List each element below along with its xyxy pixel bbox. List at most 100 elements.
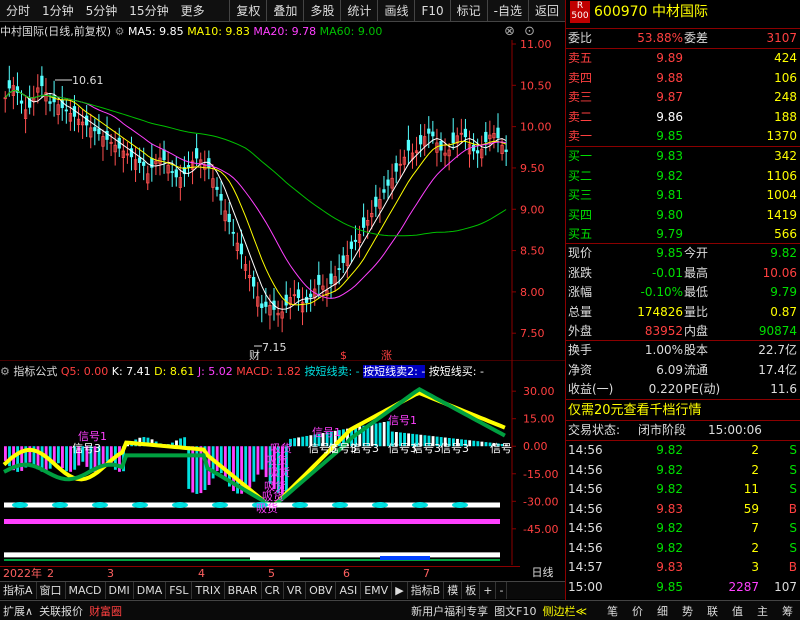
tab-scroll-right[interactable]: ▶ <box>392 582 408 599</box>
promo-text[interactable]: 仅需20元查看千档行情 <box>568 401 702 420</box>
zoom-out-button[interactable]: - <box>496 582 508 599</box>
tab-main[interactable]: 主 <box>750 603 775 619</box>
buy-level-label: 买三 <box>568 188 593 202</box>
sidebar-toggle[interactable]: 侧边栏≪ <box>539 603 590 619</box>
tab-cr[interactable]: CR <box>262 582 284 599</box>
tab-price[interactable]: 价 <box>625 603 650 619</box>
expand-button[interactable]: 扩展∧ <box>0 603 36 619</box>
candle-body <box>386 179 390 186</box>
candle-body <box>264 301 268 307</box>
related-quotes-button[interactable]: 关联报价 <box>36 603 86 619</box>
candlestick-chart[interactable]: 11.00 10.50 10.00 9.50 9.00 8.50 8.00 7.50 10.6… <box>0 40 565 360</box>
overlay-button[interactable]: 叠加 <box>266 0 303 22</box>
settings-circle-icon[interactable]: ⊙ <box>524 23 535 41</box>
close-icon[interactable]: ⊗ <box>504 23 515 41</box>
tab-trix[interactable]: TRIX <box>192 582 225 599</box>
candle-body <box>304 296 309 303</box>
indicator-chart[interactable]: 30.0015.000.00-15.00-30.00-45.00 信号3 信号3信… <box>0 360 565 565</box>
tab-fsl[interactable]: FSL <box>166 582 193 599</box>
date-axis: 2022年 2 3 4 5 6 7 <box>0 566 520 580</box>
tab-indicator-b[interactable]: 指标B <box>408 582 445 599</box>
ma20-label: MA20: 9.78 <box>253 25 317 38</box>
f10-graphic-link[interactable]: 图文F10 <box>491 603 539 619</box>
tab-link[interactable]: 联 <box>700 603 725 619</box>
sell-price: 9.88 <box>656 70 683 85</box>
low-price-label: 7.15 <box>262 341 287 354</box>
sell-level-label: 卖五 <box>568 51 593 65</box>
tick-side: B <box>788 560 797 574</box>
tab-dmi[interactable]: DMI <box>106 582 134 599</box>
sell-price: 9.85 <box>656 129 683 143</box>
tab-template-2[interactable]: 板 <box>462 582 481 599</box>
indicator-axis-ticks: 30.00 15.00 0.00 -15.00 -30.00 -45.00 <box>512 385 558 536</box>
finance-marker[interactable]: 财 <box>249 348 260 360</box>
candle-body <box>64 109 68 112</box>
sell-level-row: 卖四 9.88 106 <box>566 69 800 89</box>
tab-brar[interactable]: BRAR <box>225 582 262 599</box>
stat-label: 总量 <box>568 304 593 319</box>
tick-time: 14:56 <box>568 540 603 555</box>
band-dot <box>372 501 388 508</box>
remove-favorite-button[interactable]: -自选 <box>486 0 528 22</box>
tab-value[interactable]: 值 <box>725 603 750 619</box>
tick-row: 14:56 9.82 2 S <box>566 539 800 559</box>
candle-body <box>317 274 321 285</box>
indicator-bar <box>382 422 386 447</box>
stat-label: 收益(一) <box>568 382 614 396</box>
back-button[interactable]: 返回 <box>527 0 565 22</box>
tab-macd[interactable]: MACD <box>66 582 106 599</box>
candle-body <box>170 171 174 173</box>
stat-label: 现价 <box>568 246 593 260</box>
candle-body <box>341 255 345 263</box>
tab-vr[interactable]: VR <box>284 582 307 599</box>
tab-dma[interactable]: DMA <box>134 582 167 599</box>
tab-intraday[interactable]: 分时 <box>0 0 36 22</box>
tab-more[interactable]: 更多 <box>175 0 211 22</box>
dollar-marker[interactable]: $ <box>340 349 347 360</box>
tab-1min[interactable]: 1分钟 <box>36 0 80 22</box>
tab-detail[interactable]: 细 <box>650 603 675 619</box>
tick-side: S <box>789 462 797 477</box>
stat2-row: 净资 6.09 流通 17.4亿 <box>566 361 800 381</box>
tab-15min[interactable]: 15分钟 <box>123 0 174 22</box>
pink-signal-label: 吸货 <box>270 441 292 455</box>
tab-asi[interactable]: ASI <box>336 582 362 599</box>
tab-indicator-a[interactable]: 指标A <box>0 582 37 599</box>
indicator-bar <box>4 446 7 461</box>
new-user-welfare-link[interactable]: 新用户福利专享 <box>408 603 491 619</box>
stat-value: 9.85 <box>656 246 683 260</box>
tab-tick[interactable]: 笔 <box>600 603 625 619</box>
settings-icon[interactable]: ⚙ <box>115 25 125 38</box>
tab-chips[interactable]: 筹 <box>775 603 800 619</box>
multi-stock-button[interactable]: 多股 <box>303 0 340 22</box>
stat-row: 总量 174826 量比 0.87 <box>566 303 800 323</box>
indicator-bar <box>195 446 199 494</box>
buy-volume: 1004 <box>766 188 797 202</box>
indicator-bar <box>183 437 187 447</box>
statistics-button[interactable]: 统计 <box>340 0 377 22</box>
tab-template-1[interactable]: 模 <box>444 582 463 599</box>
f10-button[interactable]: F10 <box>414 0 449 22</box>
indicator-bar <box>472 440 476 447</box>
tab-window[interactable]: 窗口 <box>37 582 66 599</box>
draw-line-button[interactable]: 画线 <box>377 0 414 22</box>
wealth-circle-button[interactable]: 财富圈 <box>86 603 125 619</box>
candle-body <box>451 132 455 144</box>
tick-volume: 3 <box>751 560 759 574</box>
weicha-value: 3107 <box>766 31 797 45</box>
pink-signal-label: 吸货 <box>266 453 288 467</box>
mark-button[interactable]: 标记 <box>449 0 487 22</box>
tab-5min[interactable]: 5分钟 <box>80 0 124 22</box>
ma20-line <box>4 89 507 299</box>
period-label[interactable]: 日线 <box>520 566 565 580</box>
tick-side: S <box>789 540 797 555</box>
zoom-in-button[interactable]: + <box>480 582 497 599</box>
rise-marker[interactable]: 涨 <box>381 349 392 360</box>
promo-row[interactable]: 仅需20元查看千档行情 <box>566 401 800 421</box>
tab-obv[interactable]: OBV <box>306 582 337 599</box>
indicator-bar <box>223 446 227 481</box>
tab-trend[interactable]: 势 <box>675 603 700 619</box>
indicator-bar <box>215 446 219 472</box>
restore-rights-button[interactable]: 复权 <box>229 0 266 22</box>
tab-emv[interactable]: EMV <box>361 582 393 599</box>
